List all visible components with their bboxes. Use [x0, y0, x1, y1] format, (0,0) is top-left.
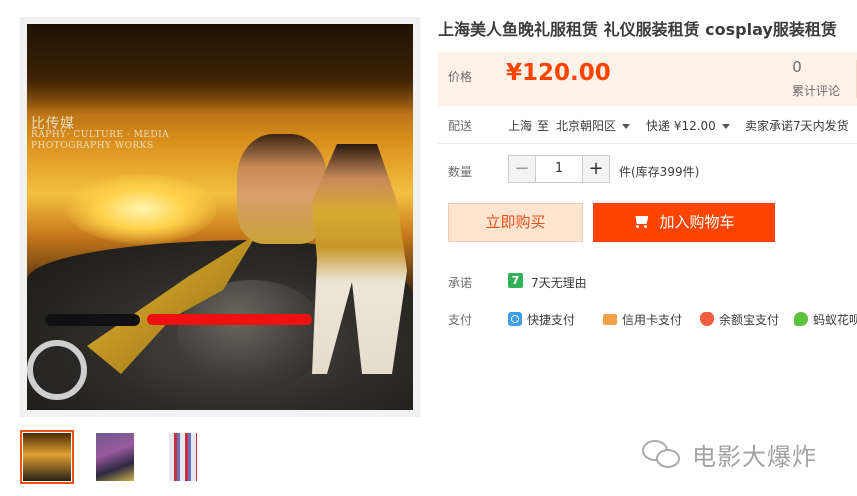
- quantity-decrease-button[interactable]: −: [508, 155, 536, 183]
- stock-info: 件(库存399件): [619, 165, 700, 179]
- thumbnail-image: [96, 433, 134, 481]
- price-value: ¥120.00: [506, 60, 611, 86]
- pay-method-label: 信用卡支付: [622, 313, 683, 327]
- photo-text-tagline: RAPHY· CULTURE · MEDIA: [31, 130, 170, 140]
- seven-day-return-text[interactable]: 7天无理由: [531, 274, 587, 291]
- redaction-mark-red: [147, 314, 312, 325]
- price-label: 价格: [448, 70, 473, 84]
- express-fee-text: 快递 ¥12.00: [646, 119, 716, 133]
- payment-label: 支付: [448, 313, 473, 327]
- section-divider: [438, 143, 857, 144]
- thumbnail-3[interactable]: [156, 430, 210, 484]
- thumbnail-1[interactable]: [20, 430, 74, 484]
- quantity-stepper: − 1 +: [508, 155, 610, 183]
- review-label[interactable]: 累计评论: [792, 82, 840, 99]
- pay-method-label: 快捷支付: [527, 313, 576, 327]
- photo-watermark-text: 比传媒 RAPHY· CULTURE · MEDIA PHOTOGRAPHY W…: [31, 116, 170, 152]
- redaction-mark-black: [45, 314, 140, 326]
- quantity-input[interactable]: 1: [536, 155, 582, 183]
- wechat-icon: [642, 439, 684, 470]
- pay-quick[interactable]: 快捷支付: [508, 311, 575, 328]
- ship-from: 上海: [508, 119, 533, 133]
- add-to-cart-button[interactable]: 加入购物车: [593, 203, 775, 242]
- pay-method-label: 蚂蚁花呗: [813, 313, 857, 327]
- pay-yuebao[interactable]: 余额宝支付: [700, 311, 779, 328]
- huabei-icon: [794, 312, 808, 326]
- shipping-label: 配送: [448, 119, 473, 133]
- price-panel: 价格 ¥120.00 0 累计评论: [438, 52, 857, 106]
- photo-ship-wheel: [27, 340, 87, 400]
- review-count[interactable]: 0: [777, 58, 817, 76]
- photo-text-works: PHOTOGRAPHY WORKS: [31, 141, 154, 151]
- promise-label: 承诺: [448, 276, 473, 290]
- thumbnail-strip: [20, 430, 224, 484]
- quick-pay-icon: [508, 312, 522, 326]
- thumbnail-image: [169, 433, 197, 481]
- ship-region-text: 北京朝阳区: [556, 119, 617, 133]
- express-fee-select[interactable]: 快递 ¥12.00: [646, 117, 730, 134]
- wechat-watermark: 电影大爆炸: [642, 437, 817, 472]
- chevron-down-icon: [622, 124, 631, 129]
- photo-model-woman: [237, 134, 327, 244]
- product-title: 上海美人鱼晚礼服租赁 礼仪服装租赁 cosplay服装租赁: [438, 20, 837, 39]
- chevron-down-icon: [721, 124, 730, 129]
- cart-icon: [633, 215, 649, 228]
- thumbnail-2[interactable]: [88, 430, 142, 484]
- thumbnail-image: [23, 433, 71, 481]
- quantity-row: 数量 − 1 + 件(库存399件): [438, 155, 857, 185]
- pay-credit-card[interactable]: 信用卡支付: [603, 311, 682, 328]
- photo-text-brand: 比传媒: [31, 116, 75, 132]
- quantity-label: 数量: [448, 165, 473, 179]
- yuebao-icon: [700, 312, 714, 326]
- photo-trees: [27, 24, 413, 114]
- delivery-promise: 卖家承诺7天内发货: [745, 119, 849, 133]
- seven-day-return-icon: 7: [508, 273, 523, 288]
- pay-method-label: 余额宝支付: [719, 313, 780, 327]
- pay-huabei[interactable]: 蚂蚁花呗: [794, 311, 857, 328]
- credit-card-icon: [603, 314, 617, 325]
- ship-to-word: 至: [537, 119, 550, 133]
- add-to-cart-label: 加入购物车: [659, 213, 735, 231]
- ship-region-select[interactable]: 北京朝阳区: [556, 117, 631, 134]
- watermark-text: 电影大爆炸: [692, 443, 817, 471]
- photo-sun: [67, 174, 217, 244]
- quantity-increase-button[interactable]: +: [582, 155, 610, 183]
- product-photo: 比传媒 RAPHY· CULTURE · MEDIA PHOTOGRAPHY W…: [27, 24, 413, 410]
- buy-now-button[interactable]: 立即购买: [448, 203, 583, 242]
- main-product-image[interactable]: 比传媒 RAPHY· CULTURE · MEDIA PHOTOGRAPHY W…: [20, 17, 420, 417]
